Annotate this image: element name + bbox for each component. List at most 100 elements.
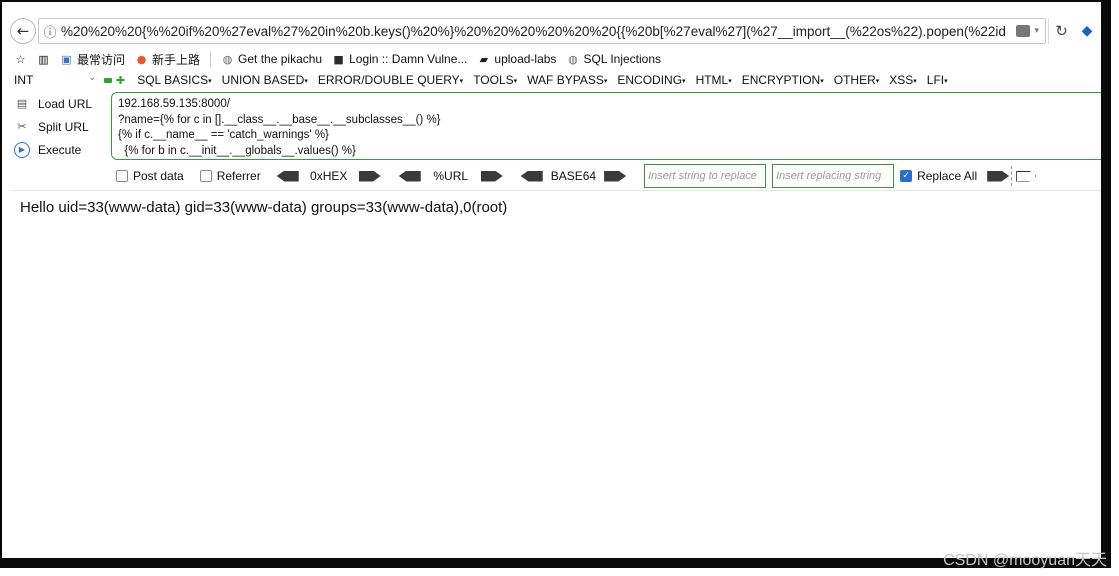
menu-label: ERROR/DOUBLE QUERY: [317, 73, 460, 87]
caret-icon: ▾: [875, 77, 880, 85]
menu-waf-bypass[interactable]: WAF BYPASS▾: [527, 73, 607, 87]
hackbar-url-textarea[interactable]: 192.168.59.135:8000/ ?name={% for c in […: [111, 92, 1101, 160]
separator: [1011, 166, 1013, 186]
menu-xss[interactable]: XSS▾: [889, 73, 917, 87]
address-bar[interactable]: ⓘ %20%20%20{%%20if%20%27eval%27%20in%20b…: [38, 18, 1046, 44]
hex-label: 0xHEX: [310, 169, 348, 183]
bookmark-label: SQL Injections: [583, 52, 662, 66]
hackbar-menu: INT ⌄ ✚ SQL BASICS▾ UNION BASED▾ ERROR/DO…: [14, 71, 958, 89]
execute-label: Execute: [38, 142, 82, 157]
menu-label: ENCRYPTION: [741, 73, 821, 87]
replace-string-input[interactable]: [644, 164, 767, 188]
navigation-bar: ← ⓘ %20%20%20{%%20if%20%27eval%27%20in%2…: [10, 16, 1100, 46]
bookmark-getting-started[interactable]: ● 新手上路: [135, 51, 200, 68]
replace-arrow-icon[interactable]: [987, 170, 1010, 182]
url-encode-label: %URL: [433, 169, 469, 183]
menu-encoding[interactable]: ENCODING▾: [617, 73, 685, 87]
post-data-checkbox[interactable]: [116, 170, 128, 182]
caret-icon: ▾: [728, 77, 732, 85]
load-url-label: Load URL: [38, 96, 93, 111]
referrer-checkbox[interactable]: [199, 170, 212, 182]
globe-icon: ◍: [568, 52, 578, 66]
scissors-icon: ✂: [17, 120, 27, 133]
bookmark-most-visited[interactable]: ▣ 最常访问: [60, 51, 125, 68]
referrer-label: Referrer: [216, 169, 261, 183]
toolbar-divider: [10, 190, 1101, 191]
bookmark-dvwa[interactable]: ■ Login :: Damn Vulne...: [332, 52, 467, 66]
menu-label: XSS: [889, 73, 914, 87]
reload-icon[interactable]: ↻: [1048, 18, 1074, 44]
menu-label: SQL BASICS: [137, 73, 209, 87]
menu-label: WAF BYPASS: [527, 73, 604, 87]
bookmark-pikachu[interactable]: ◍ Get the pikachu: [221, 52, 322, 66]
decode-arrow-icon[interactable]: [398, 170, 421, 182]
chevron-down-icon[interactable]: ▾: [1034, 26, 1039, 36]
library-icon: ▥: [38, 52, 49, 66]
execute-button[interactable]: ▶ Execute: [14, 138, 114, 161]
folder-icon: ▰: [479, 52, 489, 66]
page-output-text: Hello uid=33(www-data) gid=33(www-data) …: [20, 199, 508, 216]
url-text[interactable]: %20%20%20{%%20if%20%27eval%27%20in%20b.k…: [61, 24, 1010, 39]
post-data-label: Post data: [133, 169, 184, 183]
base64-encoder: BASE64: [520, 169, 627, 183]
post-data-toggle[interactable]: Post data: [116, 169, 184, 183]
caret-icon: ▾: [459, 77, 464, 85]
bookmark-label: upload-labs: [494, 52, 557, 66]
bookmark-separator: [210, 51, 212, 67]
replace-all-checkbox[interactable]: ✓: [900, 170, 913, 182]
menu-lfi[interactable]: LFI▾: [927, 73, 948, 87]
browser-window: ← ⓘ %20%20%20{%%20if%20%27eval%27%20in%2…: [0, 0, 1111, 568]
bookmark-library[interactable]: ▥: [37, 53, 50, 66]
menu-tools[interactable]: TOOLS▾: [473, 73, 517, 87]
load-url-button[interactable]: ▤ Load URL: [14, 92, 114, 115]
menu-label: LFI: [926, 73, 945, 87]
menu-label: UNION BASED: [221, 73, 305, 87]
chevron-down-icon: ⌄: [88, 73, 96, 83]
type-select[interactable]: INT ⌄: [14, 73, 100, 87]
star-icon: ☆: [15, 52, 26, 66]
image-icon: ▣: [61, 52, 72, 66]
play-icon: ▶: [14, 141, 30, 158]
menu-other[interactable]: OTHER▾: [834, 73, 880, 87]
plus-icon[interactable]: ✚: [116, 74, 125, 87]
bookmark-star[interactable]: ☆: [14, 53, 27, 66]
menu-error-double-query[interactable]: ERROR/DOUBLE QUERY▾: [318, 73, 463, 87]
dvwa-icon: ■: [333, 52, 344, 66]
replace-all-label: Replace All: [917, 169, 978, 183]
caret-icon: ▾: [820, 77, 824, 85]
back-arrow-icon[interactable]: ←: [10, 18, 36, 44]
replace-all-toggle[interactable]: ✓ Replace All: [900, 169, 977, 183]
globe-icon: ◍: [222, 52, 233, 66]
menu-union-based[interactable]: UNION BASED▾: [222, 73, 308, 87]
caret-icon: ▾: [682, 77, 686, 85]
bookmark-upload-labs[interactable]: ▰ upload-labs: [477, 52, 557, 66]
split-url-label: Split URL: [38, 119, 89, 134]
menu-sql-basics[interactable]: SQL BASICS▾: [137, 73, 211, 87]
replacing-string-input[interactable]: [772, 164, 895, 188]
decode-arrow-icon[interactable]: [520, 170, 543, 182]
hackbar-panel: ▤ Load URL ✂ Split URL ▶ Execute 192.168.59…: [14, 92, 1101, 162]
split-url-button[interactable]: ✂ Split URL: [14, 115, 114, 138]
encode-arrow-icon[interactable]: [358, 170, 381, 182]
drive-icon[interactable]: [1016, 25, 1031, 37]
decode-arrow-icon[interactable]: [276, 170, 299, 182]
encode-arrow-icon[interactable]: [480, 170, 503, 182]
menu-encryption[interactable]: ENCRYPTION▾: [742, 73, 824, 87]
menu-html[interactable]: HTML▾: [696, 73, 732, 87]
menu-label: HTML: [695, 73, 729, 87]
firefox-icon: ●: [136, 52, 147, 66]
load-url-icon: ▤: [16, 97, 28, 110]
type-select-value: INT: [14, 73, 34, 87]
bookmark-sql-injections[interactable]: ◍ SQL Injections: [566, 52, 661, 66]
info-icon[interactable]: ⓘ: [39, 22, 61, 41]
replace-all-arrow-icon[interactable]: [1016, 170, 1037, 182]
menu-label: OTHER: [833, 73, 876, 87]
caret-icon: ▾: [513, 77, 518, 85]
encode-arrow-icon[interactable]: [604, 170, 627, 182]
referrer-toggle[interactable]: Referrer: [199, 169, 261, 183]
hackbar-options: Post data Referrer 0xHEX %URL BASE64 ✓ Re…: [116, 164, 1037, 188]
minus-icon[interactable]: [104, 77, 112, 83]
base64-label: BASE64: [550, 169, 597, 183]
extension-icon[interactable]: ◆: [1074, 18, 1100, 44]
url-encoder: %URL: [398, 169, 503, 183]
